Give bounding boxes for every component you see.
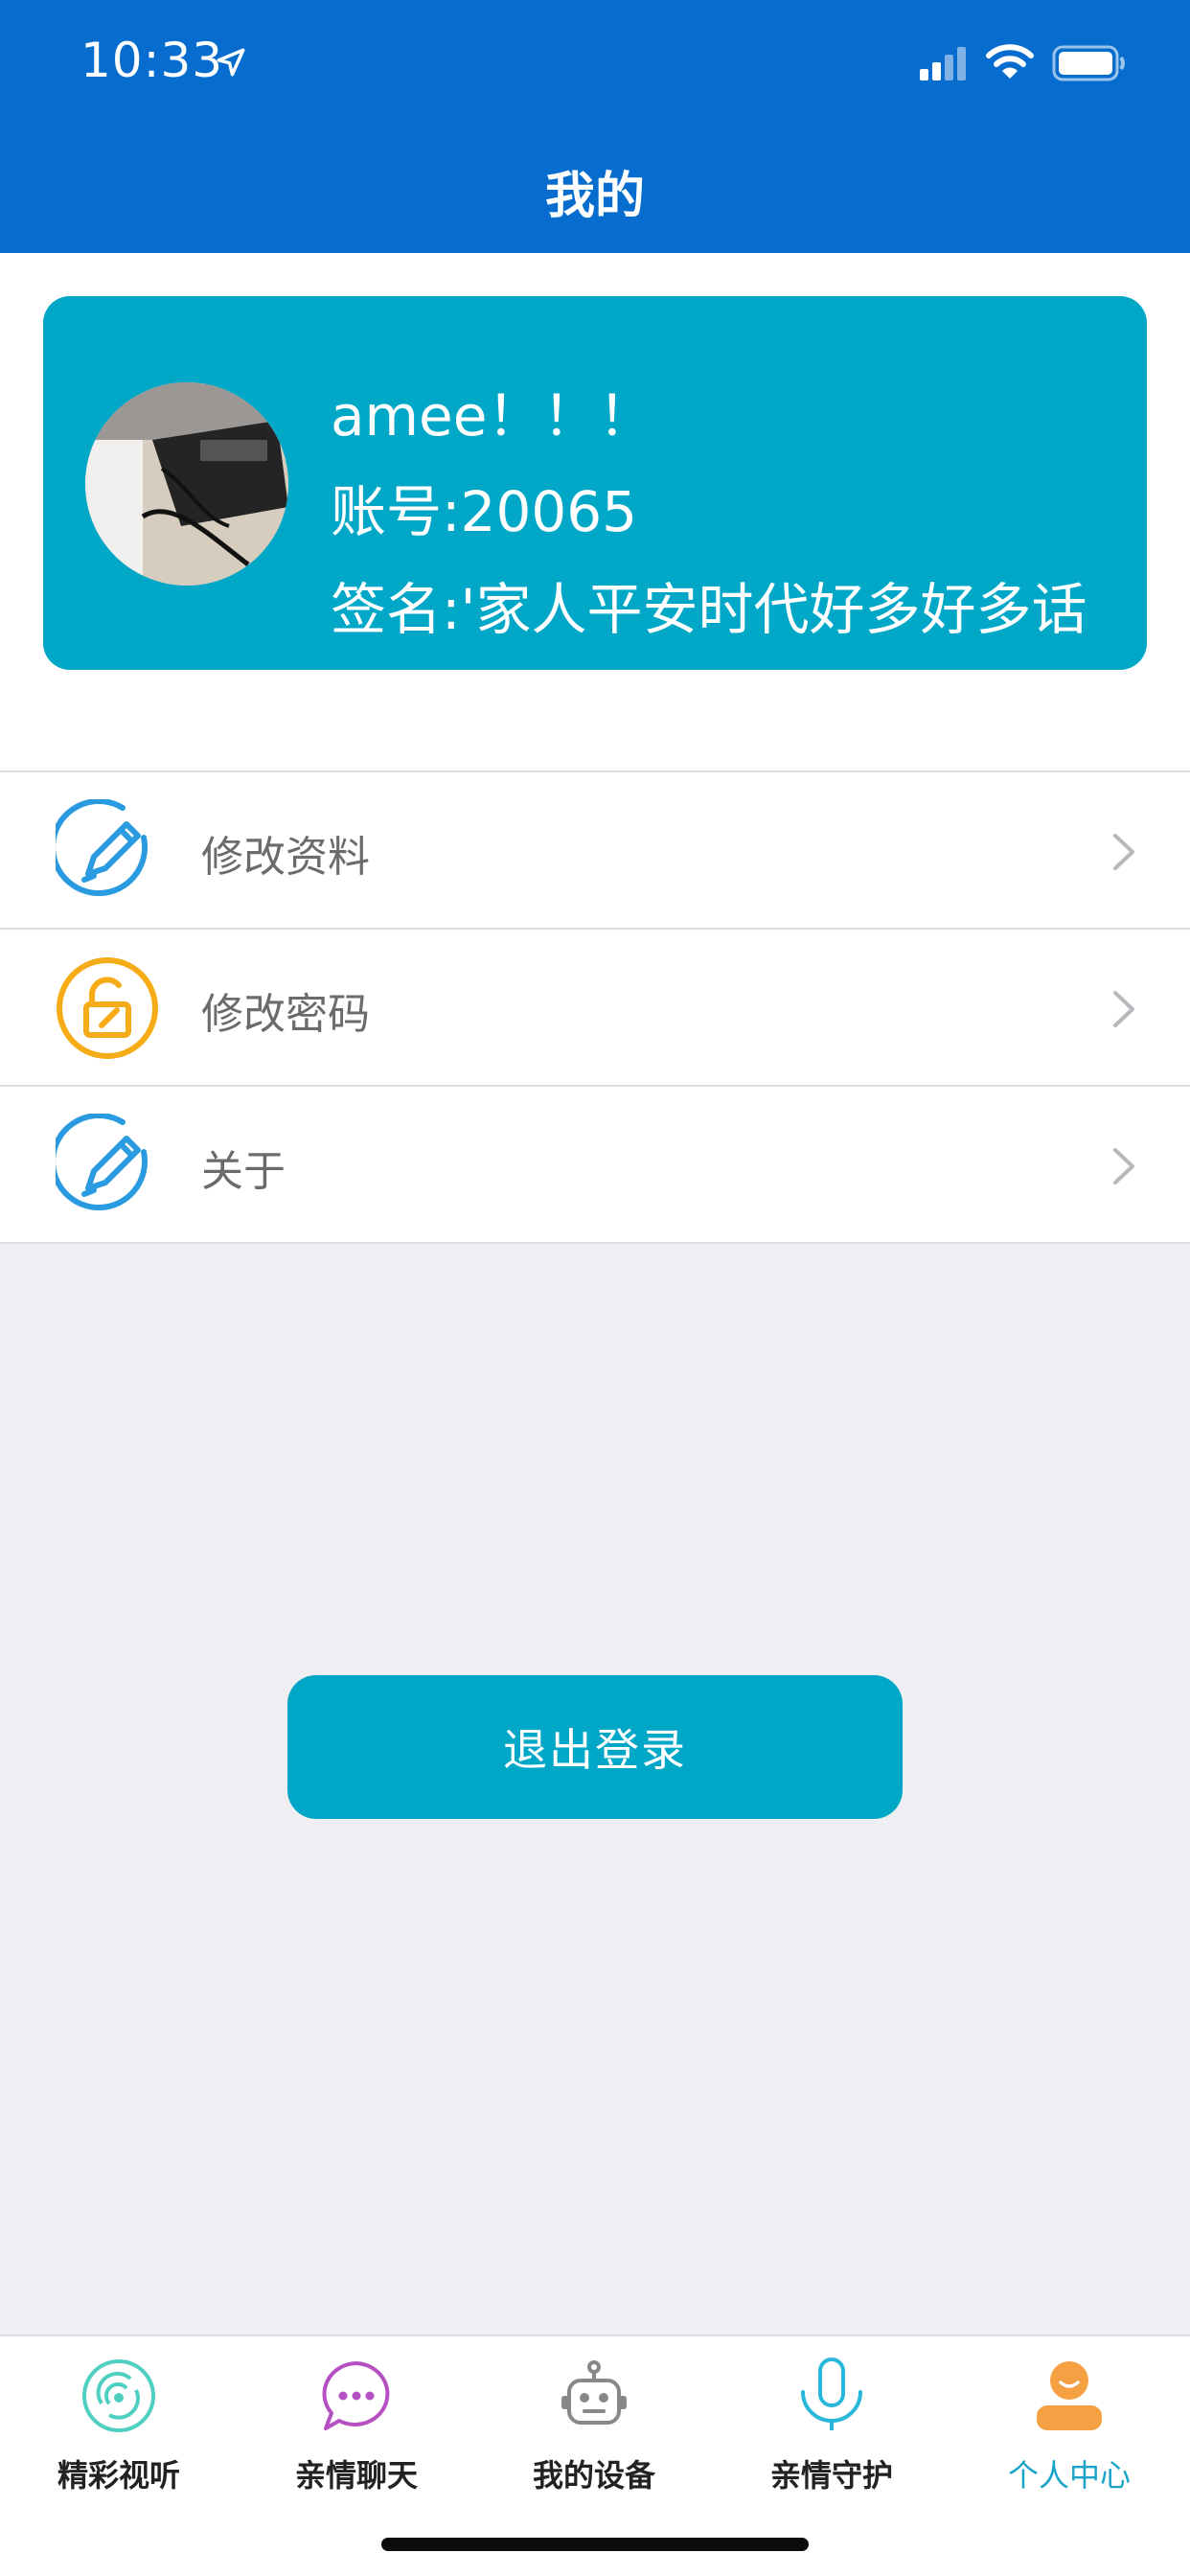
cellular-signal-icon [920,47,966,80]
microphone-icon [801,2358,862,2430]
tab-label: 个人中心 [1007,2457,1131,2494]
chevron-right-icon [1113,1148,1134,1184]
menu-item-edit-profile[interactable]: 修改资料 [0,772,1190,930]
home-indicator [381,2538,809,2551]
robot-icon [561,2360,627,2425]
menu-item-about[interactable]: 关于 [0,1087,1190,1244]
menu-item-change-password[interactable]: 修改密码 [0,930,1190,1087]
menu-item-label: 修改资料 [201,833,370,882]
wifi-icon [986,44,1034,79]
profile-account: 账号:20065 [331,479,638,544]
tab-my-devices[interactable]: 我的设备 [475,2358,713,2511]
page-title: 我的 [544,168,645,225]
location-arrow-icon [217,48,245,77]
broadcast-icon [82,2359,155,2432]
profile-screen: 10:33 我的 amee！！！ 账号:20065 签名:'家人平安时代好多好多… [0,0,1190,2576]
chat-bubble-icon [322,2361,390,2430]
person-icon [1037,2361,1102,2430]
chevron-right-icon [1113,834,1134,870]
logout-button[interactable]: 退出登录 [287,1675,903,1819]
tab-label: 亲情守护 [769,2457,893,2494]
tab-label: 我的设备 [532,2457,655,2494]
menu-item-label: 关于 [201,1147,286,1196]
tab-label: 亲情聊天 [294,2457,418,2494]
tab-personal-center[interactable]: 个人中心 [950,2358,1188,2511]
edit-pencil-icon [56,1114,149,1211]
settings-menu: 修改资料 修改密码 关于 [0,770,1190,1244]
tab-family-chat[interactable]: 亲情聊天 [238,2358,475,2511]
tab-audio-video[interactable]: 精彩视听 [0,2358,238,2511]
profile-name: amee！！！ [331,383,654,448]
header: 10:33 我的 [0,0,1190,253]
unlock-icon [57,957,158,1059]
menu-item-label: 修改密码 [201,990,370,1039]
avatar-photo-icon [85,382,288,586]
tab-family-guard[interactable]: 亲情守护 [713,2358,950,2511]
avatar[interactable] [85,382,288,586]
status-time: 10:33 [80,33,224,88]
battery-icon [1052,45,1125,81]
profile-card[interactable]: amee！！！ 账号:20065 签名:'家人平安时代好多好多话 [43,296,1147,670]
edit-pencil-icon [56,799,149,897]
chevron-right-icon [1113,991,1134,1027]
tab-label: 精彩视听 [57,2457,180,2494]
profile-signature: 签名:'家人平安时代好多好多话 [331,577,1087,642]
